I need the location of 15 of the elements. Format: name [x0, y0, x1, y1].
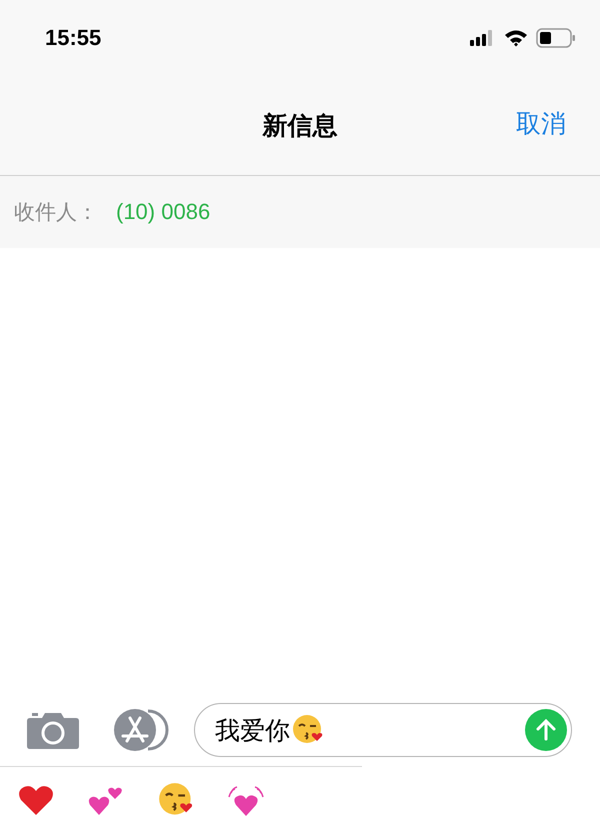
cancel-button[interactable]: 取消 [516, 107, 566, 140]
screen-title: 新信息 [262, 110, 338, 142]
recipient-label: 收件人： [14, 199, 98, 226]
heart-icon[interactable] [18, 784, 54, 816]
kissing-face-icon[interactable] [158, 782, 194, 818]
message-field[interactable]: 我爱你 [194, 703, 572, 757]
battery-icon [536, 28, 576, 48]
app-store-icon[interactable] [112, 708, 170, 752]
kissing-face-icon [292, 714, 324, 746]
wifi-icon [504, 28, 528, 46]
recipient-chip[interactable]: (10) 0086 [116, 199, 210, 225]
status-time: 15:55 [45, 24, 102, 50]
send-button[interactable] [525, 709, 567, 751]
camera-icon[interactable] [26, 710, 80, 750]
up-arrow-icon [536, 719, 556, 741]
